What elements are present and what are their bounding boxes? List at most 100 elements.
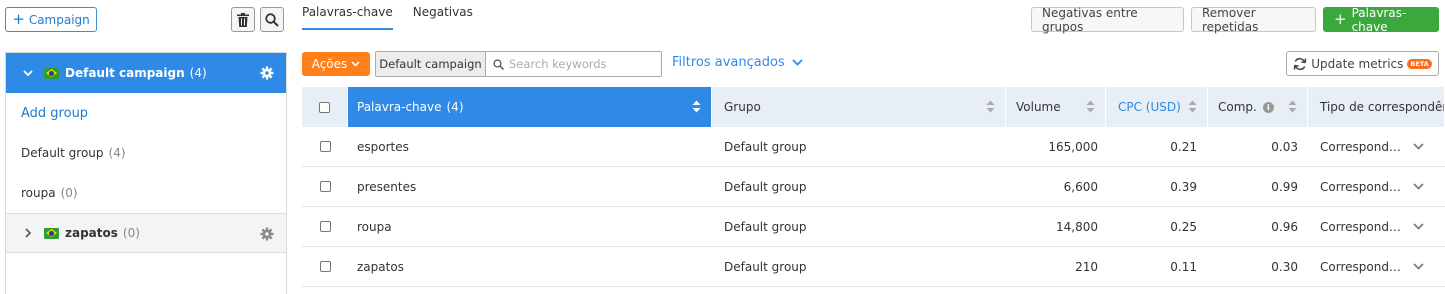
column-header-keyword[interactable]: Palavra-chave (4) — [348, 87, 712, 127]
tab-negativas[interactable]: Negativas — [413, 0, 473, 30]
group-name: Default group — [21, 146, 104, 160]
chevron-down-icon — [1413, 263, 1424, 270]
row-select-cell — [302, 207, 348, 247]
comp-cell: 0.96 — [1271, 219, 1298, 234]
tab-bar: Palavras-chave Negativas — [302, 0, 493, 32]
comp-cell: 0.03 — [1271, 139, 1298, 154]
acoes-dropdown[interactable]: Ações — [302, 52, 370, 76]
match-type-dropdown[interactable]: Correspond… — [1308, 167, 1445, 207]
info-icon[interactable]: i — [1262, 101, 1274, 113]
table-header: Palavra-chave (4) Grupo Volume CPC (USD) — [302, 87, 1445, 127]
table-row[interactable]: roupa Default group 14,800 0.25 0.96 Cor… — [302, 207, 1445, 247]
keywords-table: Palavra-chave (4) Grupo Volume CPC (USD) — [302, 87, 1445, 287]
group-cell: Default group — [724, 139, 807, 154]
cpc-cell: 0.25 — [1170, 219, 1197, 234]
table-row[interactable]: esportes Default group 165,000 0.21 0.03… — [302, 127, 1445, 167]
campaign-name: zapatos — [65, 226, 118, 240]
comp-cell: 0.99 — [1271, 179, 1298, 194]
campaign-item-zapatos[interactable]: zapatos (0) — [6, 213, 286, 253]
plus-icon: + — [12, 10, 25, 28]
add-keywords-label: Palavras-chave — [1351, 5, 1407, 34]
sort-icon — [1288, 100, 1297, 113]
match-type-value: Correspond… — [1320, 139, 1401, 154]
search-wrapper — [486, 52, 661, 76]
comp-cell: 0.30 — [1271, 259, 1298, 274]
match-type-dropdown[interactable]: Correspond… — [1308, 247, 1445, 287]
update-metrics-label: Update metrics — [1311, 56, 1404, 71]
match-type-value: Correspond… — [1320, 259, 1401, 274]
chevron-down-icon — [1413, 223, 1424, 230]
campaign-list: Default campaign (4) Add group Default g… — [5, 52, 287, 294]
acoes-label: Ações — [311, 57, 348, 71]
campaign-count: (4) — [189, 66, 207, 80]
match-type-value: Correspond… — [1320, 219, 1401, 234]
table-row[interactable]: presentes Default group 6,600 0.39 0.99 … — [302, 167, 1445, 207]
match-type-wrapper: Correspond… — [1320, 220, 1445, 234]
match-type-wrapper: Correspond… — [1320, 260, 1445, 274]
column-header-cpc[interactable]: CPC (USD) — [1106, 87, 1208, 127]
chevron-down-icon[interactable] — [22, 67, 34, 79]
group-cell: Default group — [724, 179, 807, 194]
keyword-cell: zapatos — [357, 259, 404, 274]
gear-icon[interactable] — [260, 66, 274, 80]
trash-icon — [237, 12, 249, 27]
add-keywords-button[interactable]: + Palavras-chave — [1323, 5, 1439, 34]
match-type-value: Correspond… — [1320, 179, 1401, 194]
column-label: Palavra-chave — [357, 100, 442, 114]
row-checkbox[interactable] — [319, 181, 331, 192]
sort-icon — [1188, 100, 1197, 113]
add-campaign-label: Campaign — [28, 12, 90, 27]
search-button[interactable] — [260, 7, 284, 32]
match-type-dropdown[interactable]: Correspond… — [1308, 127, 1445, 167]
tab-palavras-chave[interactable]: Palavras-chave — [302, 0, 393, 30]
row-checkbox[interactable] — [319, 221, 331, 232]
gear-icon[interactable] — [260, 227, 274, 241]
column-label: Tipo de correspondência — [1320, 100, 1444, 114]
keyword-count: (4) — [446, 100, 464, 114]
chevron-right-icon[interactable] — [22, 227, 34, 239]
select-all-cell — [302, 87, 348, 127]
row-select-cell — [302, 167, 348, 207]
cpc-cell: 0.21 — [1170, 139, 1197, 154]
update-metrics-button[interactable]: Update metrics BETA — [1286, 51, 1439, 76]
volume-cell: 210 — [1075, 259, 1098, 274]
add-campaign-button[interactable]: + Campaign — [5, 7, 97, 32]
match-type-wrapper: Correspond… — [1320, 140, 1445, 154]
sort-icon — [1086, 100, 1095, 113]
delete-button[interactable] — [231, 7, 255, 32]
row-checkbox[interactable] — [319, 141, 331, 152]
campaign-count: (0) — [122, 226, 140, 240]
remover-repetidas-button[interactable]: Remover repetidas — [1191, 6, 1316, 34]
campaign-name: Default campaign — [65, 66, 185, 80]
campaign-item-default[interactable]: Default campaign (4) — [6, 53, 286, 93]
filtros-label: Filtros avançados — [672, 55, 785, 70]
column-header-match-type[interactable]: Tipo de correspondência — [1308, 87, 1445, 127]
cpc-cell: 0.39 — [1170, 179, 1197, 194]
column-header-volume[interactable]: Volume — [1006, 87, 1106, 127]
search-keywords-input[interactable] — [509, 57, 659, 71]
keyword-cell: roupa — [357, 219, 392, 234]
group-count: (0) — [60, 186, 78, 200]
keyword-filter: Default campaign — [375, 51, 662, 77]
sort-icon — [986, 100, 995, 113]
plus-icon: + — [1334, 10, 1347, 28]
beta-badge: BETA — [1407, 58, 1432, 69]
match-type-dropdown[interactable]: Correspond… — [1308, 207, 1445, 247]
search-icon — [493, 58, 504, 70]
column-header-comp[interactable]: Comp. i — [1208, 87, 1308, 127]
table-row[interactable]: zapatos Default group 210 0.11 0.30 Corr… — [302, 247, 1445, 287]
row-select-cell — [302, 247, 348, 287]
group-item-default[interactable]: Default group (4) — [6, 133, 286, 173]
chevron-down-icon — [792, 59, 803, 66]
refresh-icon — [1293, 57, 1307, 70]
row-checkbox[interactable] — [319, 261, 331, 272]
column-header-group[interactable]: Grupo — [712, 87, 1006, 127]
column-label: Comp. — [1218, 100, 1257, 114]
column-label: Volume — [1016, 100, 1061, 114]
add-group-link[interactable]: Add group — [6, 93, 286, 133]
campaign-filter-chip[interactable]: Default campaign — [376, 52, 486, 76]
select-all-checkbox[interactable] — [319, 101, 330, 113]
group-item-roupa[interactable]: roupa (0) — [6, 173, 286, 213]
negativas-entre-grupos-button[interactable]: Negativas entre grupos — [1031, 6, 1184, 34]
filtros-avancados-link[interactable]: Filtros avançados — [672, 55, 803, 70]
